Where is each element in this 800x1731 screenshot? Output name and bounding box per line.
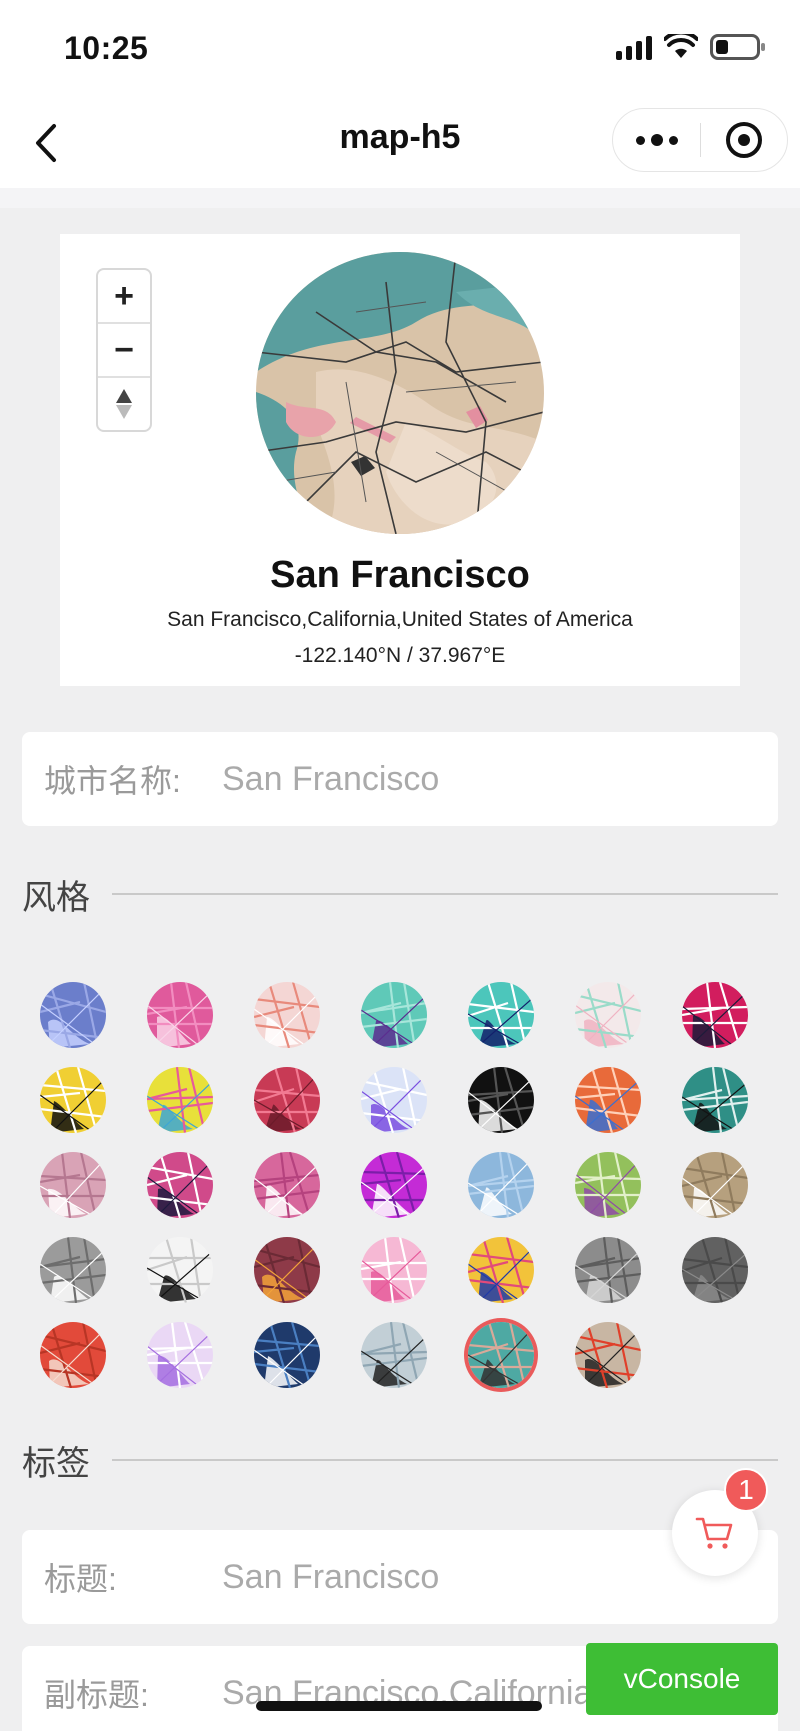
- style-swatch[interactable]: [361, 1152, 427, 1218]
- cart-count-badge: 1: [724, 1468, 768, 1512]
- section-divider: [112, 893, 778, 895]
- style-swatch[interactable]: [254, 1322, 320, 1388]
- minus-icon: −: [114, 331, 134, 369]
- section-divider: [112, 1459, 778, 1461]
- style-section-title: 风格: [22, 878, 90, 917]
- style-swatch[interactable]: [682, 1152, 748, 1218]
- shopping-cart-icon: [695, 1517, 733, 1549]
- close-mini-program-button[interactable]: [701, 108, 787, 172]
- style-swatch[interactable]: [682, 982, 748, 1048]
- style-swatch[interactable]: [682, 1237, 748, 1303]
- style-swatch[interactable]: [575, 1152, 641, 1218]
- mini-program-capsule: [612, 108, 788, 172]
- style-section-header: 风格: [22, 872, 778, 917]
- zoom-in-button[interactable]: +: [98, 270, 150, 322]
- status-bar: 10:25: [0, 0, 800, 100]
- style-swatch[interactable]: [147, 1067, 213, 1133]
- location-subtitle: San Francisco,California,United States o…: [167, 608, 633, 631]
- title-label: 标题:: [44, 1561, 117, 1597]
- style-swatch[interactable]: [254, 1237, 320, 1303]
- style-swatch[interactable]: [40, 982, 106, 1048]
- subtitle-label: 副标题:: [44, 1677, 149, 1713]
- style-swatch[interactable]: [468, 1067, 534, 1133]
- map-preview-card: + − San Francisco San Francisco,Californ…: [60, 234, 740, 686]
- nav-bar: map-h5: [0, 100, 800, 188]
- style-swatch[interactable]: [361, 1067, 427, 1133]
- style-swatch[interactable]: [361, 982, 427, 1048]
- label-section-title: 标签: [22, 1444, 90, 1483]
- zoom-out-button[interactable]: −: [98, 322, 150, 376]
- style-swatch[interactable]: [254, 1067, 320, 1133]
- city-title: San Francisco: [270, 554, 530, 596]
- style-swatch[interactable]: [575, 1322, 641, 1388]
- style-swatch[interactable]: [575, 1067, 641, 1133]
- style-swatch[interactable]: [575, 1237, 641, 1303]
- style-swatch[interactable]: [682, 1067, 748, 1133]
- style-swatch[interactable]: [468, 982, 534, 1048]
- target-icon: [725, 122, 762, 158]
- style-swatch[interactable]: [468, 1237, 534, 1303]
- style-swatch[interactable]: [40, 1322, 106, 1388]
- nav-shadow-band: [0, 188, 800, 208]
- status-time: 10:25: [64, 30, 149, 66]
- home-indicator: [256, 1701, 542, 1711]
- style-swatch[interactable]: [468, 1322, 534, 1388]
- reset-north-button[interactable]: [98, 376, 150, 430]
- style-swatch[interactable]: [468, 1152, 534, 1218]
- signal-icon: [616, 34, 652, 60]
- label-section-header: 标签: [22, 1438, 778, 1483]
- style-swatch[interactable]: [40, 1237, 106, 1303]
- style-swatch[interactable]: [40, 1152, 106, 1218]
- more-button[interactable]: [613, 108, 700, 172]
- style-swatch[interactable]: [254, 982, 320, 1048]
- style-swatch[interactable]: [40, 1067, 106, 1133]
- style-swatch[interactable]: [147, 1322, 213, 1388]
- city-name-input[interactable]: San Francisco: [222, 760, 439, 799]
- zoom-control: + −: [96, 268, 152, 432]
- style-swatch[interactable]: [147, 1152, 213, 1218]
- city-name-row: 城市名称: San Francisco: [22, 732, 778, 826]
- wifi-icon: [664, 34, 698, 58]
- style-swatch[interactable]: [575, 982, 641, 1048]
- title-input[interactable]: San Francisco: [222, 1558, 439, 1597]
- map-preview[interactable]: [256, 252, 544, 534]
- title-row: 标题: San Francisco: [22, 1530, 778, 1624]
- battery-icon: [710, 34, 765, 60]
- style-swatch[interactable]: [361, 1322, 427, 1388]
- city-name-label: 城市名称:: [44, 763, 181, 799]
- style-swatch[interactable]: [254, 1152, 320, 1218]
- style-swatch[interactable]: [147, 982, 213, 1048]
- status-icons: [616, 34, 765, 60]
- compass-icon: [116, 389, 132, 419]
- plus-icon: +: [114, 277, 134, 315]
- vconsole-button[interactable]: vConsole: [586, 1643, 778, 1715]
- style-swatch[interactable]: [147, 1237, 213, 1303]
- coordinates-text: -122.140°N / 37.967°E: [294, 644, 506, 667]
- style-swatch[interactable]: [361, 1237, 427, 1303]
- more-dots-icon: [635, 135, 645, 145]
